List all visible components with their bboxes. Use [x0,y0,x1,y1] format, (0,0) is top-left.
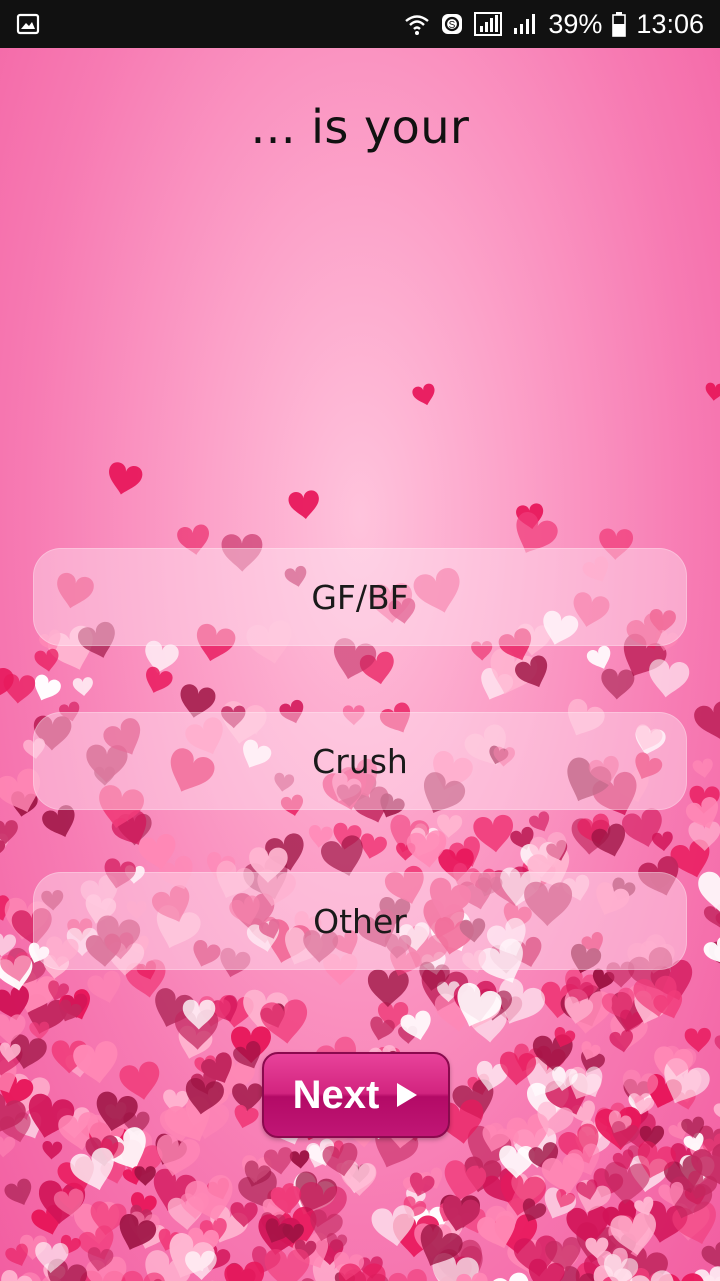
heart-decoration [0,1136,16,1158]
heart-decoration [34,648,59,672]
status-bar: S 39% 13:06 [0,0,720,48]
heart-decoration [224,1261,265,1281]
heart-decoration [234,1104,259,1129]
heart-decoration [692,758,713,778]
clock: 13:06 [636,8,704,39]
heart-decoration [289,1150,310,1169]
option-other-button[interactable]: Other [33,872,687,970]
heart-decoration [146,666,173,693]
heart-decoration [73,1041,118,1084]
heart-decoration [713,1100,720,1122]
heart-decoration [367,969,409,1008]
heart-decoration [288,490,319,519]
battery-icon [612,12,627,37]
gallery-notification-icon [16,13,40,35]
option-label: Crush [312,741,408,781]
option-label: Other [313,901,407,941]
heart-decoration [0,820,18,844]
signal-icon [474,12,503,36]
heart-decoration [388,1269,427,1281]
next-button[interactable]: Next [262,1052,450,1138]
option-crush-button[interactable]: Crush [33,712,687,810]
heart-decoration [42,1141,63,1160]
heart-decoration [4,1178,32,1205]
quiz-screen: ... is your GF/BF Crush Other Next [0,48,720,1281]
status-icons: S 39% 13:06 [404,9,704,40]
heart-decoration [109,462,143,495]
heart-decoration [714,1034,720,1055]
wifi-icon [405,15,430,35]
option-label: GF/BF [311,577,409,617]
play-arrow-icon [397,1083,418,1107]
heart-decoration [87,970,121,1004]
heart-decoration [601,668,635,700]
heart-decoration [72,677,93,697]
heart-decoration [264,1248,310,1281]
heart-decoration [705,382,720,401]
heart-decoration [694,700,720,739]
heart-decoration [703,936,720,965]
next-button-label: Next [292,1072,380,1117]
heart-decoration [3,673,36,704]
heart-decoration [586,645,611,669]
question-title: ... is your [250,100,470,154]
signal-icon [514,14,536,34]
heart-decoration [649,659,690,698]
heart-decoration [412,383,435,406]
option-gf-bf-button[interactable]: GF/BF [33,548,687,646]
data-saver-icon: S [442,14,463,34]
svg-text:S: S [449,20,456,31]
battery-percent: 39% [548,8,603,39]
heart-decoration [34,674,61,701]
